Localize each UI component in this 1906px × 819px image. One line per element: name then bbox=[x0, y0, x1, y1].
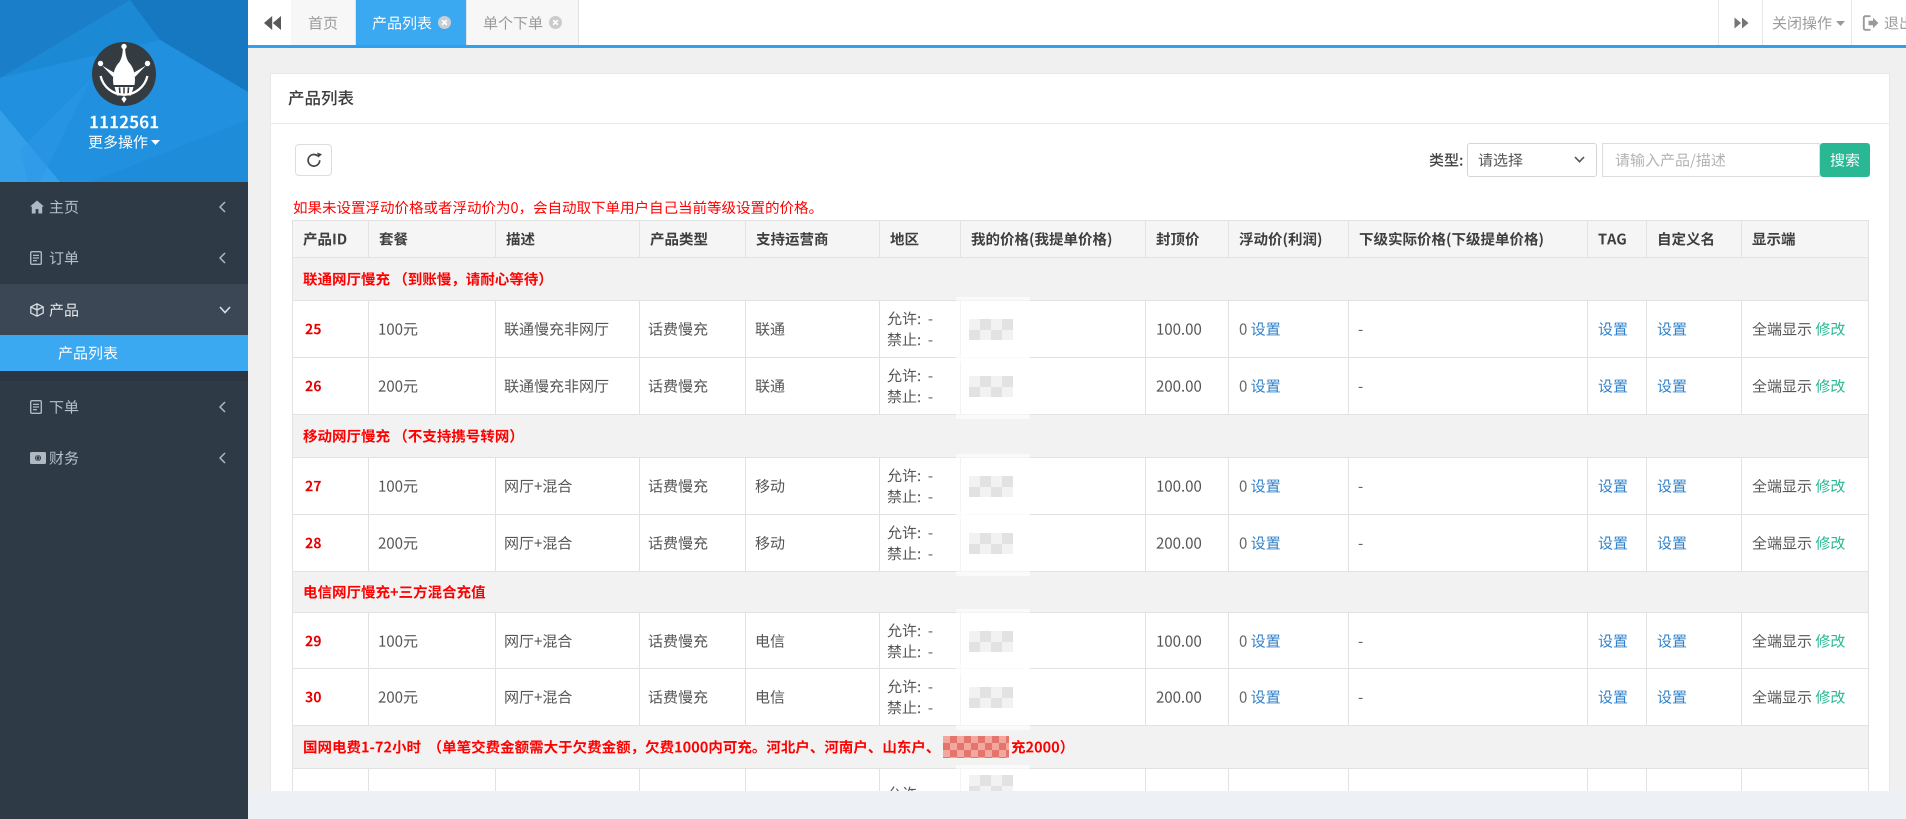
svg-text:0: 0 bbox=[36, 455, 40, 462]
